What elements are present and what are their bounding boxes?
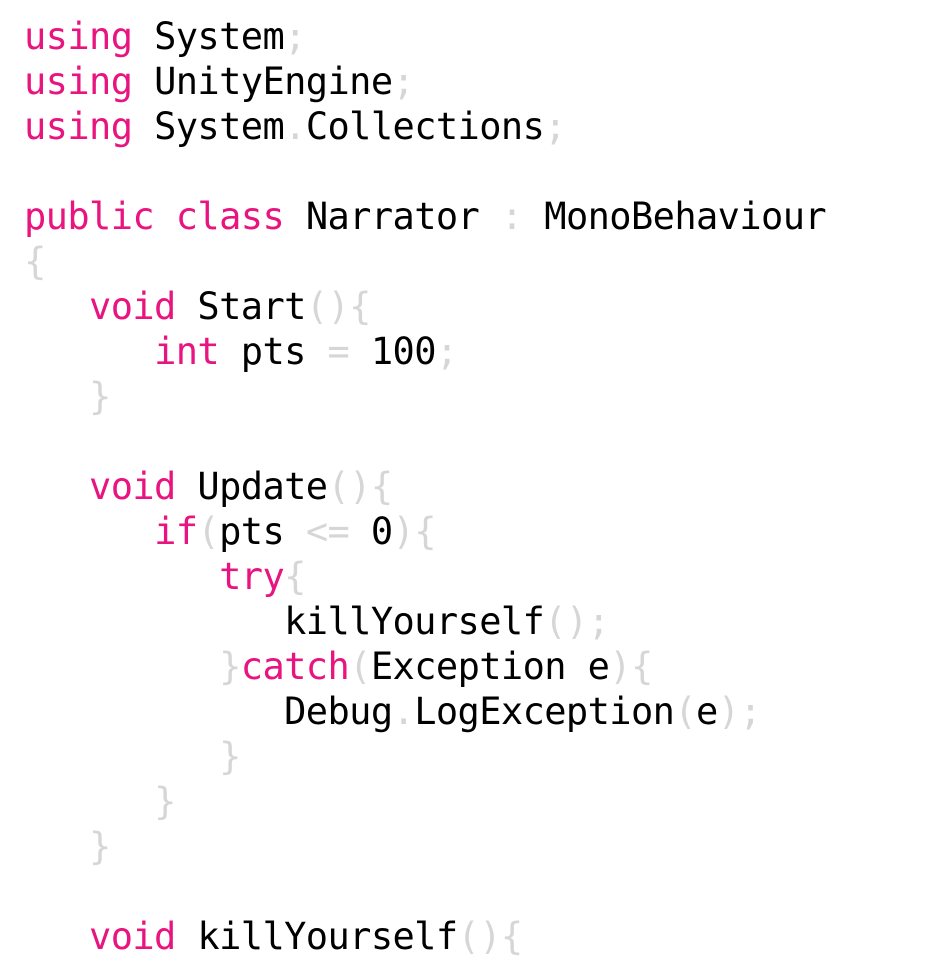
code-line: void Start(){ [24,284,371,329]
code-line: killYourself(); [24,599,610,644]
code-line: public class Narrator : MonoBehaviour [24,194,827,239]
code-line: } [24,374,111,419]
punctuation-token: (); [544,600,610,643]
code-line: void Update(){ [24,464,393,509]
punctuation-token: } [219,645,241,688]
punctuation-token: ( [349,645,371,688]
code-line: int pts = 100; [24,329,458,374]
code-line: } [24,824,111,869]
punctuation-token: ; [544,105,566,148]
code-line: if(pts <= 0){ [24,509,436,554]
punctuation-token: = [327,330,350,373]
identifier-token [24,825,89,868]
punctuation-token: } [89,825,111,868]
identifier-token [24,735,219,778]
identifier-token [24,375,89,418]
identifier-token [24,330,154,373]
identifier-token [24,645,219,688]
identifier-token: System [132,15,285,58]
punctuation-token: (){ [305,285,372,328]
identifier-token: LogException [414,690,675,733]
keyword-token: void [89,285,176,328]
identifier-token: System [132,105,285,148]
keyword-token: using [24,60,133,103]
punctuation-token: : [500,195,523,238]
identifier-token: e [696,690,718,733]
identifier-token: pts [219,510,306,553]
code-line: using System; [24,14,306,59]
code-line: Debug.LogException(e); [24,689,762,734]
identifier-token [154,195,176,238]
code-editor[interactable]: using System; using UnityEngine; using Sys… [0,0,932,980]
identifier-token [24,285,89,328]
identifier-token [24,465,89,508]
punctuation-token: ( [197,510,220,553]
keyword-token: class [175,195,285,238]
punctuation-token: { [284,555,306,598]
code-line: }catch(Exception e){ [24,644,653,689]
code-line: void killYourself(){ [24,914,523,959]
punctuation-token: ); [717,690,762,733]
identifier-token: Debug [24,690,393,733]
punctuation-token: (){ [327,465,393,508]
punctuation-token: } [219,735,241,778]
punctuation-token: } [154,780,176,823]
identifier-token: Narrator [284,195,501,238]
punctuation-token: . [392,690,415,733]
punctuation-token: ){ [609,645,653,688]
identifier-token: Exception e [370,645,610,688]
keyword-token: using [24,105,133,148]
punctuation-token: <= [305,510,350,553]
identifier-token [24,780,154,823]
identifier-token: MonoBehaviour [522,195,827,238]
identifier-token: Start [175,285,306,328]
identifier-token: UnityEngine [132,60,393,103]
keyword-token: catch [240,645,350,688]
keyword-token: void [89,465,176,508]
punctuation-token: ; [435,330,458,373]
code-line: { [24,239,46,284]
code-line: try{ [24,554,306,599]
code-line: using UnityEngine; [24,59,415,104]
punctuation-token: ; [392,60,415,103]
identifier-token: 100 [349,330,437,373]
punctuation-token: ( [674,690,696,733]
identifier-token [24,915,89,958]
identifier-token: 0 [349,510,393,553]
keyword-token: using [24,15,133,58]
punctuation-token: (){ [457,915,524,958]
identifier-token: Collections [305,105,545,148]
keyword-token: public [24,195,155,238]
punctuation-token: } [89,375,111,418]
keyword-token: try [219,555,285,598]
keyword-token: if [154,510,198,553]
punctuation-token: ){ [392,510,437,553]
identifier-token: killYourself [24,600,545,643]
identifier-token [24,510,154,553]
code-line: } [24,734,241,779]
punctuation-token: { [24,240,46,283]
punctuation-token: . [284,105,306,148]
identifier-token: Update [175,465,328,508]
code-line: using System.Collections; [24,104,567,149]
keyword-token: int [154,330,220,373]
code-line: } [24,779,176,824]
identifier-token [24,555,219,598]
keyword-token: void [89,915,176,958]
punctuation-token: ; [284,15,306,58]
identifier-token: pts [219,330,328,373]
identifier-token: killYourself [175,915,458,958]
